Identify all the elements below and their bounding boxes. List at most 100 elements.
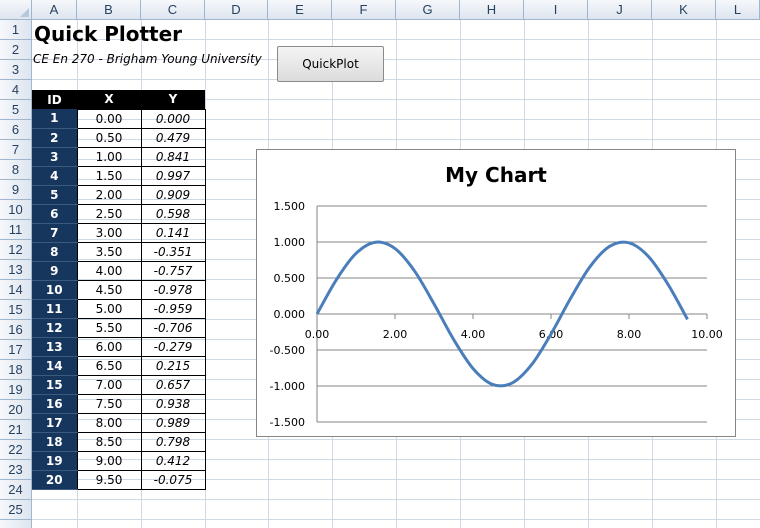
row-header-10[interactable]: 10: [0, 200, 31, 220]
cell-x[interactable]: 6.50: [76, 355, 142, 376]
cell-id[interactable]: 9: [32, 261, 77, 281]
cell-y[interactable]: 0.000: [140, 108, 206, 129]
column-header-a[interactable]: A: [32, 0, 77, 19]
column-header-b[interactable]: B: [77, 0, 141, 19]
cell-y[interactable]: 0.215: [140, 355, 206, 376]
cell-id[interactable]: 5: [32, 185, 77, 205]
cell-x[interactable]: 2.00: [76, 184, 142, 205]
cell-id[interactable]: 11: [32, 299, 77, 319]
cell-y[interactable]: -0.706: [140, 317, 206, 338]
cell-id[interactable]: 12: [32, 318, 77, 338]
column-header-e[interactable]: E: [268, 0, 332, 19]
cell-id[interactable]: 1: [32, 109, 77, 129]
cell-id[interactable]: 20: [32, 470, 77, 490]
column-header-d[interactable]: D: [205, 0, 268, 19]
row-header-8[interactable]: 8: [0, 160, 31, 180]
cell-id[interactable]: 19: [32, 451, 77, 471]
cell-id[interactable]: 3: [32, 147, 77, 167]
cell-y[interactable]: 0.798: [140, 431, 206, 452]
cell-x[interactable]: 4.50: [76, 279, 142, 300]
cell-x[interactable]: 7.00: [76, 374, 142, 395]
cell-x[interactable]: 9.00: [76, 450, 142, 471]
cell-x[interactable]: 4.00: [76, 260, 142, 281]
cell-y[interactable]: -0.279: [140, 336, 206, 357]
cell-x[interactable]: 9.50: [76, 469, 142, 490]
cell-id[interactable]: 2: [32, 128, 77, 148]
cell-x[interactable]: 7.50: [76, 393, 142, 414]
cell-id[interactable]: 17: [32, 413, 77, 433]
row-header-19[interactable]: 19: [0, 380, 31, 400]
row-header-1[interactable]: 1: [0, 20, 31, 40]
row-header-18[interactable]: 18: [0, 360, 31, 380]
row-header-5[interactable]: 5: [0, 100, 31, 120]
cell-id[interactable]: 16: [32, 394, 77, 414]
column-header-l[interactable]: L: [716, 0, 760, 19]
cell-x[interactable]: 1.00: [76, 146, 142, 167]
row-header-14[interactable]: 14: [0, 280, 31, 300]
cell-id[interactable]: 7: [32, 223, 77, 243]
row-header-21[interactable]: 21: [0, 420, 31, 440]
cell-y[interactable]: 0.997: [140, 165, 206, 186]
chart-area[interactable]: My Chart 1.500 1.000 0.500 0.000 -0.500 -1.000…: [256, 149, 736, 437]
row-header-16[interactable]: 16: [0, 320, 31, 340]
cell-id[interactable]: 4: [32, 166, 77, 186]
column-header-f[interactable]: F: [332, 0, 396, 19]
cell-x[interactable]: 8.00: [76, 412, 142, 433]
row-header-7[interactable]: 7: [0, 140, 31, 160]
column-header-j[interactable]: J: [588, 0, 652, 19]
select-all-corner[interactable]: [0, 0, 32, 19]
cell-y[interactable]: -0.959: [140, 298, 206, 319]
cell-y[interactable]: 0.989: [140, 412, 206, 433]
cell-y[interactable]: 0.909: [140, 184, 206, 205]
column-header-h[interactable]: H: [460, 0, 524, 19]
cell-y[interactable]: -0.351: [140, 241, 206, 262]
row-header-9[interactable]: 9: [0, 180, 31, 200]
cell-y[interactable]: 0.657: [140, 374, 206, 395]
cell-id[interactable]: 14: [32, 356, 77, 376]
cell-x[interactable]: 5.00: [76, 298, 142, 319]
column-header-g[interactable]: G: [396, 0, 460, 19]
column-header-c[interactable]: C: [141, 0, 205, 19]
cell-y[interactable]: 0.412: [140, 450, 206, 471]
cell-x[interactable]: 5.50: [76, 317, 142, 338]
row-header-11[interactable]: 11: [0, 220, 31, 240]
row-header-17[interactable]: 17: [0, 340, 31, 360]
cell-x[interactable]: 2.50: [76, 203, 142, 224]
row-header-20[interactable]: 20: [0, 400, 31, 420]
cell-y[interactable]: 0.841: [140, 146, 206, 167]
column-header-i[interactable]: I: [524, 0, 588, 19]
quickplot-button[interactable]: QuickPlot: [277, 46, 384, 82]
cell-y[interactable]: 0.938: [140, 393, 206, 414]
cell-x[interactable]: 3.50: [76, 241, 142, 262]
row-header-24[interactable]: 24: [0, 480, 31, 500]
cell-x[interactable]: 0.00: [76, 108, 142, 129]
cell-x[interactable]: 3.00: [76, 222, 142, 243]
column-header-k[interactable]: K: [652, 0, 716, 19]
cell-y[interactable]: 0.141: [140, 222, 206, 243]
row-header-4[interactable]: 4: [0, 80, 31, 100]
row-header-22[interactable]: 22: [0, 440, 31, 460]
cell-y[interactable]: -0.757: [140, 260, 206, 281]
row-header-6[interactable]: 6: [0, 120, 31, 140]
row-header-12[interactable]: 12: [0, 240, 31, 260]
cell-y[interactable]: -0.075: [140, 469, 206, 490]
cell-x[interactable]: 1.50: [76, 165, 142, 186]
cell-id[interactable]: 15: [32, 375, 77, 395]
cell-x[interactable]: 0.50: [76, 127, 142, 148]
cell-x[interactable]: 6.00: [76, 336, 142, 357]
cell-id[interactable]: 10: [32, 280, 77, 300]
row-header-2[interactable]: 2: [0, 40, 31, 60]
row-header-3[interactable]: 3: [0, 60, 31, 80]
cell-y[interactable]: -0.978: [140, 279, 206, 300]
cell-id[interactable]: 13: [32, 337, 77, 357]
cell-id[interactable]: 18: [32, 432, 77, 452]
cell-id[interactable]: 8: [32, 242, 77, 262]
cell-y[interactable]: 0.479: [140, 127, 206, 148]
cell-x[interactable]: 8.50: [76, 431, 142, 452]
cell-y[interactable]: 0.598: [140, 203, 206, 224]
row-header-13[interactable]: 13: [0, 260, 31, 280]
row-header-15[interactable]: 15: [0, 300, 31, 320]
row-header-25[interactable]: 25: [0, 500, 31, 520]
cell-id[interactable]: 6: [32, 204, 77, 224]
row-header-23[interactable]: 23: [0, 460, 31, 480]
